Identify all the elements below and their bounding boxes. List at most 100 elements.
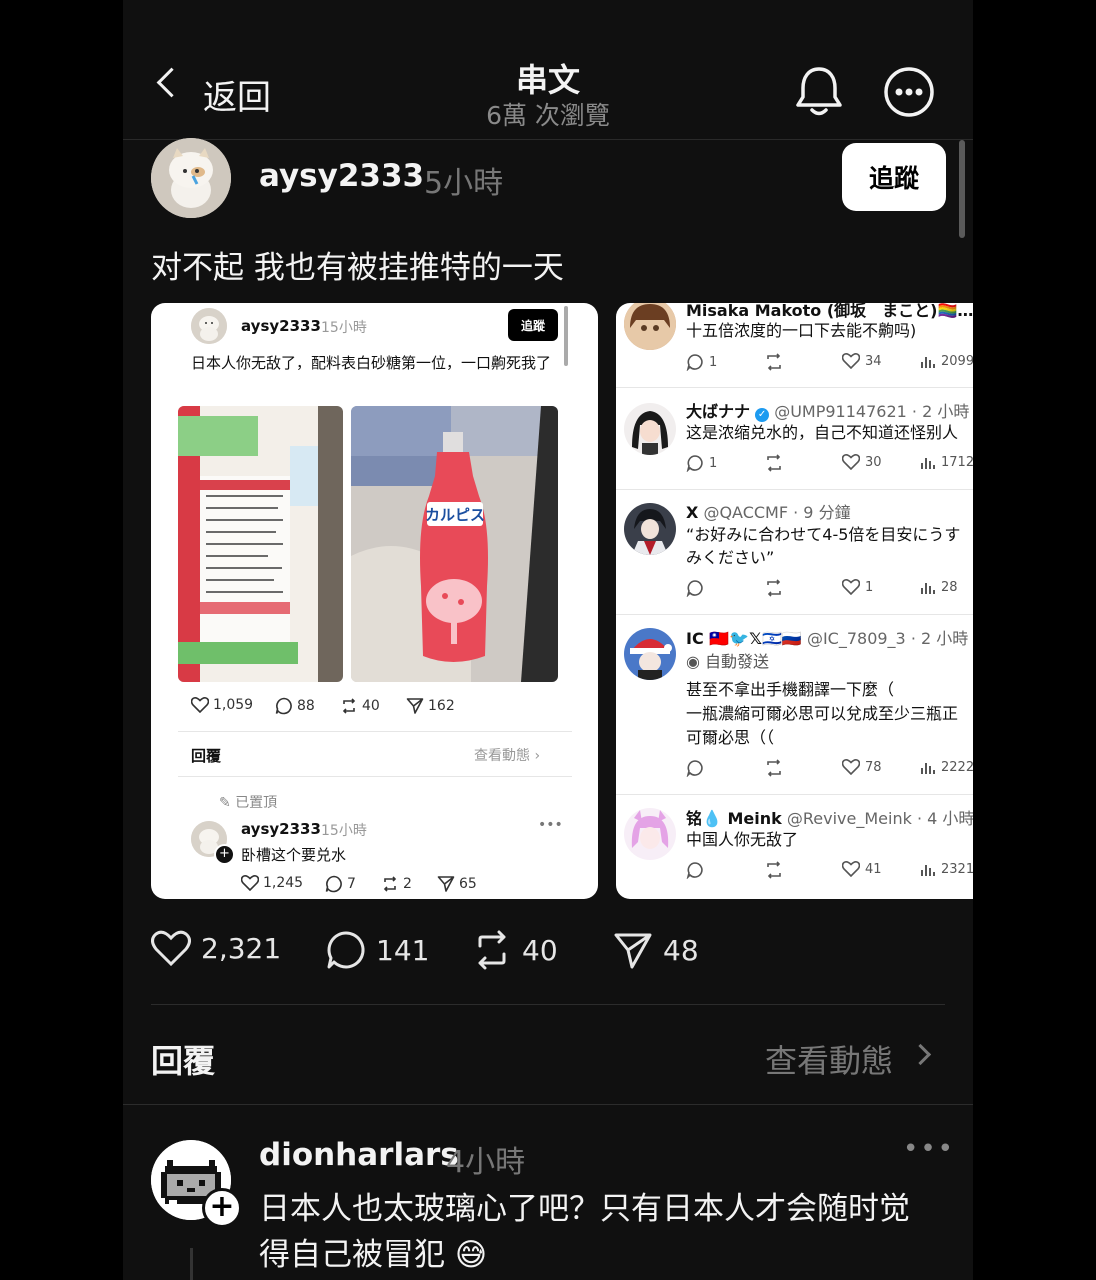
heart-icon [842,759,860,775]
like-count: 30 [842,454,882,470]
divider [616,794,973,795]
like-count: 1,059 [191,697,253,713]
timestamp: 15小時 [321,320,367,336]
avatar [191,308,227,344]
comment-count: 88 [275,697,315,715]
heart-icon [241,875,259,891]
retweet-icon [764,861,784,879]
view-count: 6萬 次瀏覽 [486,101,610,130]
reply-timestamp: 15小時 [321,823,367,839]
view-activity-link: 查看動態 › [474,748,541,764]
avatar [624,403,676,455]
repost-icon [478,930,506,970]
comment-icon [327,931,365,969]
repost-count: 2 [381,875,412,893]
avatar [624,808,676,860]
comment-timestamp: 4小時 [446,1145,526,1180]
send-icon [406,698,424,714]
threads-app: 返回 串文 6萬 次瀏覽 aysy2333 5小時 追蹤 对不起 我也有被挂推特… [123,0,973,1280]
heart-icon [842,353,860,369]
tweet-text: 一瓶濃縮可爾必思可以兌成至少三瓶正 [686,704,959,723]
post-username[interactable]: aysy2333 [259,158,424,194]
avatar[interactable] [151,138,231,218]
plus-icon: + [214,844,235,865]
reply-count: 1 [686,454,717,472]
tweet-text: 可爾必思（（ [686,728,775,747]
post-image-screenshot-threads[interactable]: aysy2333 15小時 追蹤 日本人你无敌了，配料表白砂糖第一位，一口齁死我… [151,303,598,899]
tweet-text: 十五倍浓度的一口下去能不齁吗) [686,321,917,340]
repost-icon [383,876,397,892]
share-button[interactable]: 48 [613,930,699,970]
follow-button: 追蹤 [508,309,558,341]
replies-label: 回覆 [151,1042,216,1080]
svg-text:カルピス: カルピス [425,506,485,524]
follow-plus-icon[interactable]: + [202,1188,242,1228]
like-count: 1,245 [241,875,303,891]
comment-icon [325,875,342,893]
comment-icon [686,455,703,472]
repost-count: 40 [340,697,380,715]
verified-icon: ✓ [755,408,770,422]
more-options-icon[interactable] [883,66,935,118]
heart-icon [842,579,860,595]
comment-icon [686,580,703,597]
replies-label: 回覆 [191,747,222,765]
pinned-indicator: ✎ 已置頂 [219,795,278,811]
comment-icon [275,697,292,715]
follow-button[interactable]: 追蹤 [842,143,946,211]
scrollbar [564,306,568,366]
comment-username[interactable]: dionharlars [259,1137,459,1173]
comment-icon [686,354,703,371]
divider [123,1104,973,1105]
robot-icon: ◉ [686,652,706,671]
heart-icon [842,454,860,470]
repost-button[interactable]: 40 [472,930,558,970]
more-icon: ••• [538,817,563,833]
view-count: 28 [920,579,958,595]
tweet-author: 大ばナナ ✓ @UMP91147621 · 2 小時 [686,402,970,422]
header-divider [123,139,973,140]
username: aysy2333 [241,317,321,335]
comment-icon [686,760,703,777]
scrollbar[interactable] [959,140,965,238]
more-icon[interactable]: ••• [903,1134,955,1164]
tweet-author: 铭💧 Meink @Revive_Meink · 4 小時 [686,809,973,828]
avatar [624,628,676,680]
divider [178,776,572,777]
auto-sent-label: ◉ 自動發送 [686,652,770,671]
repost-icon [342,698,356,714]
reply-icon [686,759,704,777]
share-count: 65 [437,875,477,893]
retweet-icon [764,759,784,777]
tweet-author: IC 🇹🇼🐦𝕏🇮🇱🇷🇺 @IC_7809_3 · 2 小時 [686,629,969,648]
page-title: 串文 [515,61,580,99]
pin-icon: ✎ [219,795,236,811]
comment-icon [686,862,703,879]
view-count: 2222 [920,759,973,775]
post-timestamp: 5小時 [424,166,504,201]
retweet-icon [764,454,784,472]
like-count: 34 [842,353,882,369]
retweet-icon [764,579,784,597]
views-icon [921,458,935,469]
post-image-screenshot-twitter[interactable]: Misaka Makoto (御坂 まこと)🏳️‍🌈… 十五倍浓度的一口下去能不… [616,303,973,899]
view-count: 2321 [920,861,973,877]
comment-button[interactable]: 141 [326,930,429,970]
reply-icon [686,579,704,597]
divider [178,731,572,732]
bell-icon[interactable] [793,64,845,118]
like-count: 78 [842,759,882,775]
view-activity-link[interactable]: 查看動態 [765,1036,893,1082]
avatar [624,503,676,555]
tweet-text: 中国人你无敌了 [686,830,799,849]
tweet-text: “お好みに合わせて4-5倍を目安にうす [686,525,961,544]
heart-icon [842,861,860,877]
send-icon [437,876,455,892]
heart-icon [191,697,209,713]
chevron-right-icon[interactable] [909,1043,932,1066]
avatar [624,303,676,350]
divider [151,1004,945,1005]
like-button[interactable]: 2,321 [151,930,281,966]
views-icon [921,357,935,368]
post-text: 对不起 我也有被挂推特的一天 [151,250,564,286]
